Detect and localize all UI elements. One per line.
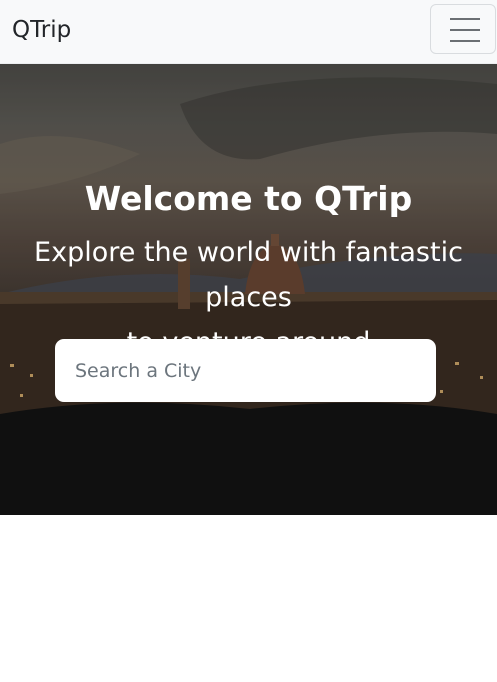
menu-toggle-button[interactable] [430,4,496,54]
city-search-input[interactable] [55,339,436,402]
hamburger-menu-icon-bar [450,40,480,42]
top-navbar: QTrip [0,0,497,64]
hamburger-menu-icon-bar [450,29,480,31]
brand-logo-text[interactable]: QTrip [12,14,71,46]
hero-subtitle-line: Explore the world with fantastic places [34,237,463,313]
hero-banner: Welcome to QTrip Explore the world with … [0,64,497,515]
hero-title: Welcome to QTrip [84,179,413,218]
hamburger-menu-icon [450,18,480,20]
